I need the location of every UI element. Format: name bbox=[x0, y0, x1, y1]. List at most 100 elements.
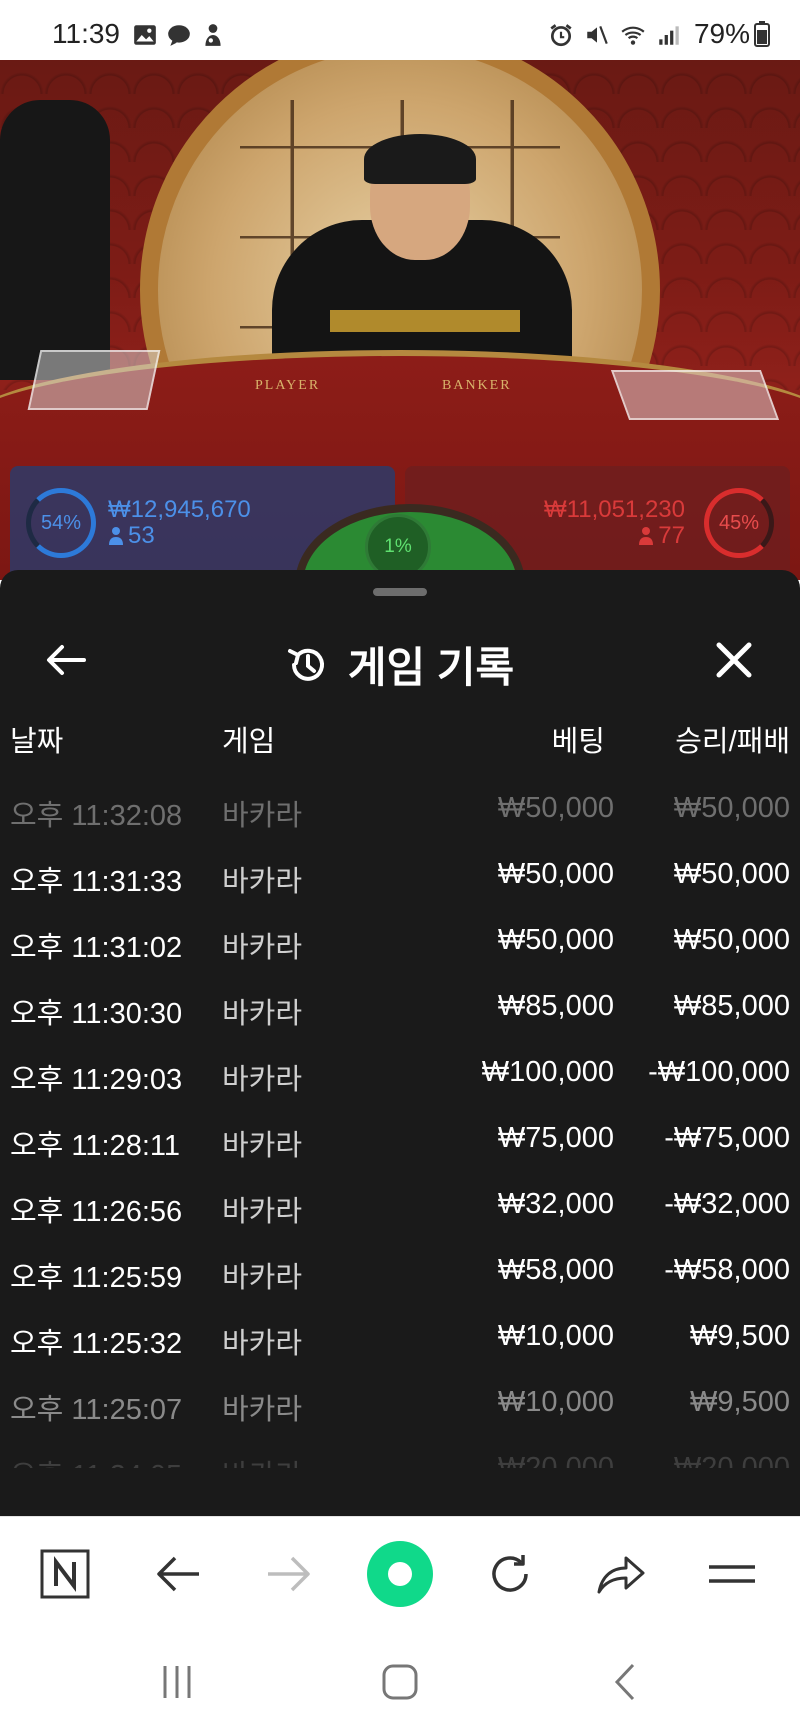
browser-home-button[interactable] bbox=[367, 1541, 433, 1607]
banker-percent-ring: 45% bbox=[704, 488, 774, 558]
player-percent-ring: 54% bbox=[26, 488, 96, 558]
row-result: -₩32,000 bbox=[664, 1188, 790, 1220]
refresh-button[interactable] bbox=[477, 1541, 543, 1607]
mute-icon bbox=[587, 25, 608, 45]
tie-percent: 1% bbox=[384, 536, 412, 557]
row-time: 오후 11:31:02 bbox=[10, 932, 183, 964]
row-time: 오후 11:29:03 bbox=[10, 1064, 183, 1096]
player-bettor-count: 53 bbox=[108, 522, 155, 550]
back-arrow-icon bbox=[157, 1556, 199, 1592]
row-result: ₩85,000 bbox=[673, 990, 790, 1022]
history-row[interactable]: 오후 11:25:07 바카라 ₩10,000 ₩9,500 bbox=[0, 1372, 800, 1438]
assistant-figure bbox=[0, 100, 110, 380]
panel-header: 게임 기록 bbox=[0, 620, 800, 700]
row-bet: ₩75,000 bbox=[497, 1122, 614, 1154]
row-time: 오후 11:25:32 bbox=[10, 1328, 183, 1360]
menu-button[interactable] bbox=[699, 1541, 765, 1607]
banker-bet-amount: ₩11,051,230 bbox=[544, 496, 685, 523]
row-bet: ₩85,000 bbox=[497, 990, 614, 1022]
row-game: 바카라 bbox=[222, 866, 303, 898]
row-game: 바카라 bbox=[222, 998, 303, 1030]
row-time: 오후 11:26:56 bbox=[10, 1196, 183, 1228]
column-header-result: 승리/패배 bbox=[675, 726, 790, 758]
recent-apps-button[interactable] bbox=[142, 1652, 212, 1712]
drag-handle[interactable] bbox=[373, 588, 427, 596]
history-icon bbox=[287, 648, 324, 681]
row-time: 오후 11:25:59 bbox=[10, 1262, 183, 1294]
row-result: ₩9,500 bbox=[690, 1320, 790, 1352]
row-result: -₩75,000 bbox=[664, 1122, 790, 1154]
row-bet: ₩20,000 bbox=[497, 1452, 614, 1468]
back-icon bbox=[614, 1663, 635, 1701]
row-game: 바카라 bbox=[222, 800, 303, 832]
share-button[interactable] bbox=[588, 1541, 654, 1607]
history-row[interactable]: 오후 11:28:11 바카라 ₩75,000 -₩75,000 bbox=[0, 1108, 800, 1174]
status-right-icons bbox=[548, 22, 682, 48]
history-list[interactable]: 오후 11:32:08 바카라 ₩50,000 ₩50,000 오후 11:31:33… bbox=[0, 778, 800, 1468]
player-percent: 54% bbox=[40, 511, 82, 534]
row-result: ₩50,000 bbox=[673, 792, 790, 824]
column-header-date: 날짜 bbox=[10, 726, 64, 758]
history-row[interactable]: 오후 11:29:03 바카라 ₩100,000 -₩100,000 bbox=[0, 1042, 800, 1108]
table-label-banker: BANKER bbox=[442, 378, 512, 393]
recent-apps-icon bbox=[163, 1666, 191, 1698]
alarm-icon bbox=[550, 24, 572, 47]
system-back-button[interactable] bbox=[590, 1652, 660, 1712]
row-game: 바카라 bbox=[222, 1394, 303, 1426]
browser-forward-button[interactable] bbox=[256, 1541, 322, 1607]
history-row[interactable]: 오후 11:31:33 바카라 ₩50,000 ₩50,000 bbox=[0, 844, 800, 910]
row-game: 바카라 bbox=[222, 1196, 303, 1228]
system-home-button[interactable] bbox=[365, 1652, 435, 1712]
history-row[interactable]: 오후 11:32:08 바카라 ₩50,000 ₩50,000 bbox=[0, 778, 800, 844]
row-game: 바카라 bbox=[222, 1452, 302, 1468]
menu-icon bbox=[709, 1565, 755, 1583]
row-bet: ₩10,000 bbox=[497, 1386, 614, 1418]
row-game: 바카라 bbox=[222, 1328, 303, 1360]
signal-icon bbox=[659, 26, 679, 45]
system-navigation-bar bbox=[0, 1630, 800, 1734]
naver-button[interactable] bbox=[32, 1541, 98, 1607]
row-time: 오후 11:32:08 bbox=[10, 800, 183, 832]
row-result: -₩100,000 bbox=[648, 1056, 790, 1088]
row-time: 오후 11:28:11 bbox=[10, 1130, 180, 1162]
row-bet: ₩100,000 bbox=[481, 1056, 614, 1088]
home-icon bbox=[382, 1664, 418, 1700]
history-row[interactable]: 오후 11:25:59 바카라 ₩58,000 -₩58,000 bbox=[0, 1240, 800, 1306]
history-row[interactable]: 오후 11:25:32 바카라 ₩10,000 ₩9,500 bbox=[0, 1306, 800, 1372]
row-result: ₩20,000 bbox=[673, 1452, 790, 1468]
row-result: -₩58,000 bbox=[664, 1254, 790, 1286]
history-row[interactable]: 오후 11:24:05 바카라 ₩20,000 ₩20,000 bbox=[0, 1438, 800, 1468]
history-row[interactable]: 오후 11:26:56 바카라 ₩32,000 -₩32,000 bbox=[0, 1174, 800, 1240]
battery-indicator: 79% bbox=[694, 18, 770, 50]
row-time: 오후 11:30:30 bbox=[10, 998, 183, 1030]
row-time: 오후 11:31:33 bbox=[10, 866, 183, 898]
row-time: 오후 11:25:07 bbox=[10, 1394, 183, 1426]
table-label-player: PLAYER bbox=[255, 378, 321, 393]
row-bet: ₩50,000 bbox=[497, 924, 614, 956]
close-button[interactable] bbox=[706, 632, 762, 688]
status-bar: 11:39 79% bbox=[0, 0, 800, 60]
person-icon bbox=[109, 527, 123, 545]
forward-arrow-icon bbox=[268, 1556, 310, 1592]
status-left-icons bbox=[132, 22, 226, 48]
chat-bubble-icon bbox=[168, 25, 190, 46]
row-bet: ₩50,000 bbox=[497, 858, 614, 890]
row-game: 바카라 bbox=[222, 1130, 303, 1162]
app-notification-icon bbox=[205, 24, 221, 46]
row-game: 바카라 bbox=[222, 1064, 303, 1096]
card-shoe-right bbox=[610, 370, 780, 420]
game-history-panel: 게임 기록 날짜 게임 베팅 승리/패배 오후 11:32:08 바카라 ₩50,0… bbox=[0, 570, 800, 1516]
row-bet: ₩50,000 bbox=[497, 792, 614, 824]
player-bet-amount: ₩12,945,670 bbox=[108, 496, 251, 523]
history-row[interactable]: 오후 11:30:30 바카라 ₩85,000 ₩85,000 bbox=[0, 976, 800, 1042]
gallery-icon bbox=[134, 25, 156, 45]
banker-bettor-count: 77 bbox=[638, 522, 685, 550]
browser-back-button[interactable] bbox=[145, 1541, 211, 1607]
naver-n-icon bbox=[40, 1549, 90, 1599]
column-header-bet: 베팅 bbox=[551, 726, 605, 758]
row-result: ₩50,000 bbox=[673, 858, 790, 890]
history-row[interactable]: 오후 11:31:02 바카라 ₩50,000 ₩50,000 bbox=[0, 910, 800, 976]
browser-toolbar bbox=[0, 1516, 800, 1630]
close-icon bbox=[716, 642, 752, 678]
player-bettors: 53 bbox=[128, 522, 155, 549]
